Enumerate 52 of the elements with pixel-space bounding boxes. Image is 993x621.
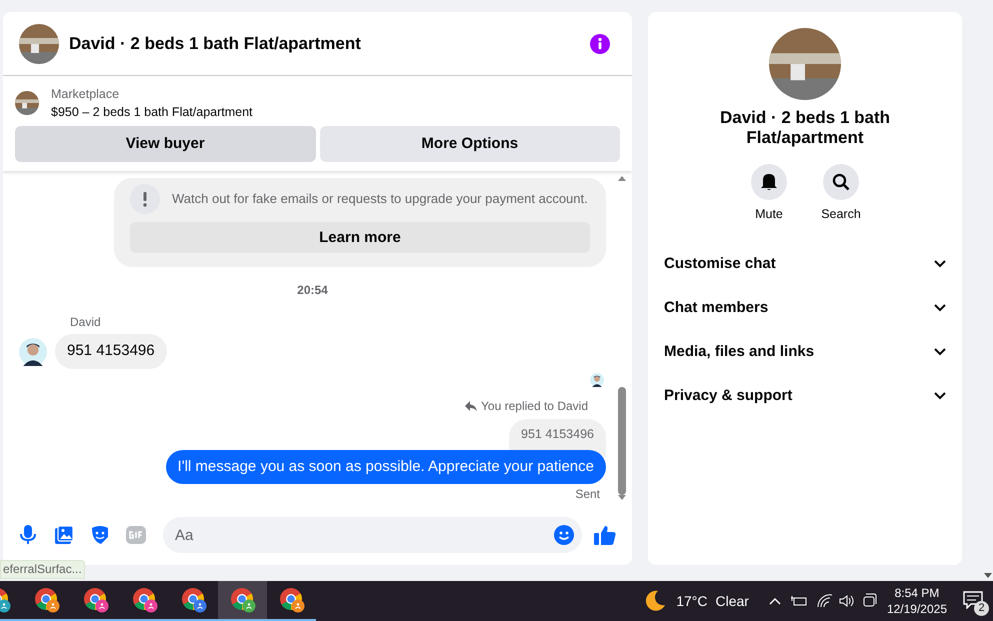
gallery-icon[interactable] <box>54 525 74 545</box>
listing-summary: $950 – 2 beds 1 bath Flat/apartment <box>51 104 253 121</box>
scroll-up-icon[interactable] <box>618 175 626 181</box>
status-tooltip: eferralSurfac... <box>0 560 85 579</box>
volume-icon[interactable] <box>838 594 855 608</box>
message-field[interactable]: Aa <box>163 517 582 553</box>
weather-condition: Clear <box>715 592 749 610</box>
scroll-down-icon[interactable] <box>984 573 992 579</box>
reply-icon <box>465 400 478 412</box>
warning-text: Watch out for fake emails or requests to upgrade your payment account. <box>172 191 588 208</box>
listing-photo <box>19 24 59 64</box>
mute-button[interactable]: Mute <box>742 164 796 224</box>
browser-taskbar-button[interactable] <box>218 581 267 621</box>
section-toggle[interactable]: Media, files and links <box>656 330 954 374</box>
message-bubble: 951 4153496 <box>55 334 167 369</box>
message-status: Sent <box>575 486 600 503</box>
scrollbar-thumb[interactable] <box>618 387 626 495</box>
sender-name: David <box>70 314 102 332</box>
warning-icon <box>130 184 160 214</box>
listing-thumbnail <box>15 91 39 115</box>
view-buyer-button[interactable]: View buyer <box>15 126 316 162</box>
options-button[interactable]: More Options <box>320 126 620 162</box>
notifications-button[interactable]: 2 <box>963 589 987 613</box>
details-title: David · 2 beds 1 bath Flat/apartment <box>718 108 892 148</box>
microphone-icon[interactable] <box>19 525 37 545</box>
message-timestamp: 20:54 <box>297 282 328 300</box>
emoji-icon[interactable] <box>554 525 574 545</box>
chevron-up-icon[interactable] <box>768 597 781 605</box>
info-icon[interactable] <box>590 34 610 54</box>
listing-source: Marketplace <box>51 86 120 103</box>
message-icon <box>963 591 983 609</box>
wifi-icon[interactable] <box>816 594 833 608</box>
thumbs-up-icon[interactable] <box>594 525 616 545</box>
sticker-icon[interactable] <box>91 525 109 545</box>
chat-title: David · 2 beds 1 bath Flat/apartment <box>69 32 362 55</box>
section-toggle[interactable]: Chat members <box>656 286 954 330</box>
search-button[interactable]: Search <box>814 164 868 224</box>
section-toggle[interactable]: Privacy & support <box>656 374 954 418</box>
moon-icon <box>644 590 666 612</box>
sent-message-bubble: I'll message you as soon as possible. Appreciate your patience <box>166 450 606 484</box>
reply-label: You replied to David <box>465 396 588 415</box>
search-icon <box>823 164 859 200</box>
sender-avatar <box>19 338 47 366</box>
camera-icon[interactable] <box>862 593 877 609</box>
section-toggle[interactable]: Customise chat <box>656 242 954 286</box>
clock[interactable]: 8:54 PM 12/19/2025 <box>886 585 947 617</box>
weather-temperature: 17°C <box>676 592 708 610</box>
battery-icon[interactable] <box>790 594 807 608</box>
learn-more-button[interactable]: Learn more <box>130 222 590 254</box>
bell-icon <box>751 164 787 200</box>
notification-count: 2 <box>974 601 989 616</box>
read-receipt-avatar <box>590 372 604 387</box>
